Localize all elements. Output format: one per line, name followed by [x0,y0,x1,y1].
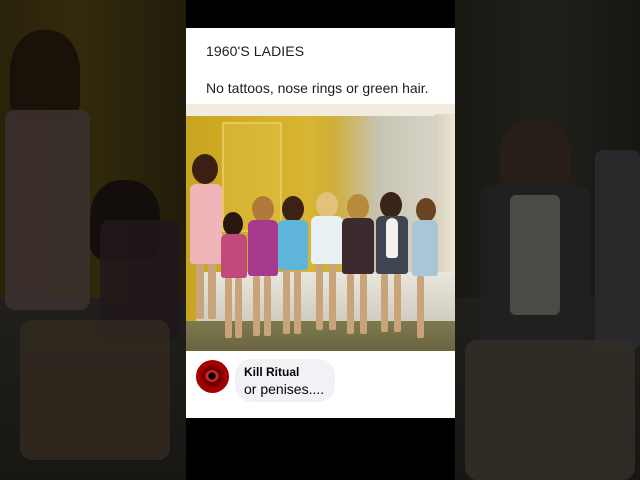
comment-bubble: Kill Ritual or penises.... [235,359,335,402]
background-dim-overlay [0,0,186,480]
comment: Kill Ritual or penises.... [196,359,445,407]
post-title: 1960'S LADIES [206,43,305,59]
post-caption: No tattoos, nose rings or green hair. [206,80,429,96]
comment-text: or penises.... [244,381,325,397]
red-eye-avatar-icon[interactable] [196,360,229,393]
background-blur-left [0,0,186,480]
background-dim-overlay [455,0,640,480]
post-photo[interactable] [186,104,455,351]
photo-curtain [435,114,455,284]
photo-ceiling [186,104,455,116]
background-blur-right [455,0,640,480]
post-card: 1960'S LADIES No tattoos, nose rings or … [186,28,455,418]
eye-icon [205,370,219,382]
comment-author[interactable]: Kill Ritual [244,364,325,380]
